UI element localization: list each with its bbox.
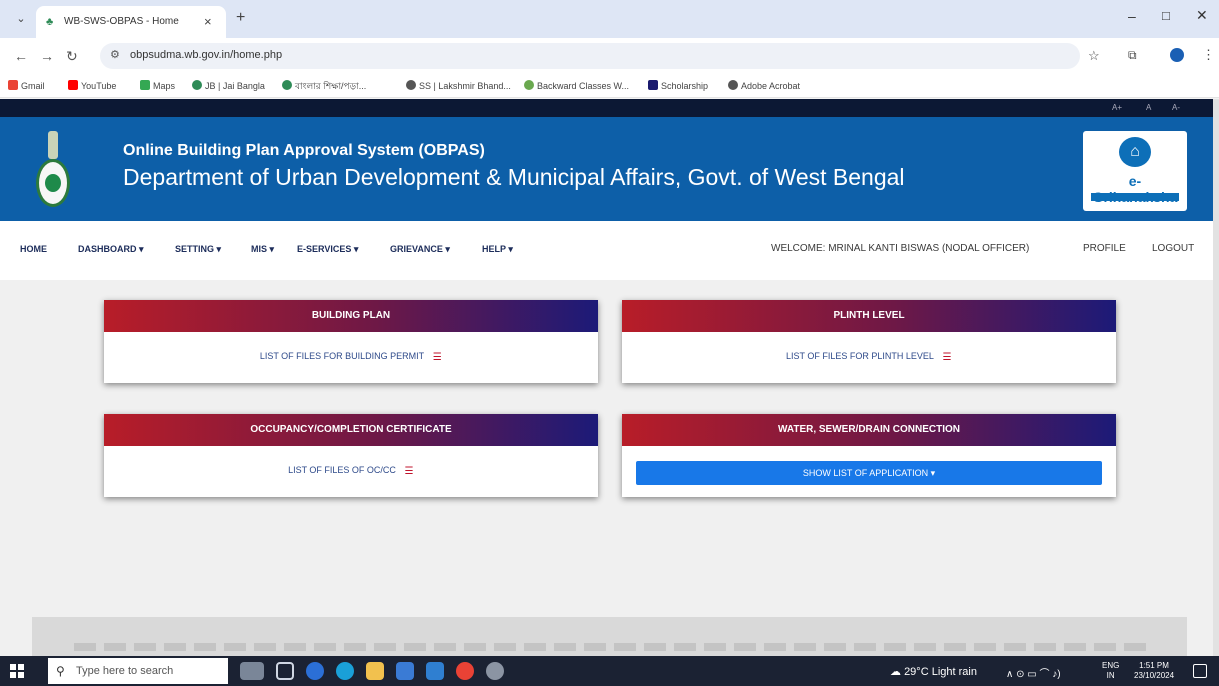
nav-setting[interactable]: SETTING ▾ [175,243,221,255]
store-icon[interactable] [396,662,414,680]
window-close-icon[interactable]: ✕ [1196,7,1208,24]
main-nav: HOME DASHBOARD ▾ SETTING ▾ MIS ▾ E-SERVI… [0,221,1213,280]
site-banner: Online Building Plan Approval System (OB… [0,117,1213,221]
new-tab-icon[interactable]: + [236,9,245,27]
tab-search-chevron-icon[interactable]: ⌄ [10,10,32,28]
card-title: WATER, SEWER/DRAIN CONNECTION [622,414,1116,446]
windows-start-icon[interactable] [10,664,24,678]
site-title: Online Building Plan Approval System (OB… [123,142,485,159]
west-bengal-emblem-icon [36,131,70,217]
url-text: obpsudma.wb.gov.in/home.php [130,49,283,61]
weather-cloud-icon: ☁ [890,666,905,678]
list-icon: ☰ [404,466,414,477]
gmail-icon [8,80,18,90]
water-sewer-card: WATER, SEWER/DRAIN CONNECTION SHOW LIST … [622,414,1116,497]
site-subtitle: Department of Urban Development & Munici… [123,164,905,190]
backward-classes-icon [524,80,534,90]
show-list-of-application-button[interactable]: SHOW LIST OF APPLICATION ▾ [636,461,1102,485]
browser-tab[interactable]: ♣ WB-SWS-OBPAS - Home × [36,6,226,38]
taskbar-search-input[interactable]: ⚲ Type here to search [48,658,228,684]
logout-link[interactable]: LOGOUT [1152,243,1194,255]
nav-grievance[interactable]: GRIEVANCE ▾ [390,243,450,255]
maximize-icon[interactable]: □ [1162,8,1170,23]
card-title: BUILDING PLAN [104,300,598,332]
banglar-shiksha-icon [282,80,292,90]
bookmark-backward-classes[interactable]: Backward Classes W... [524,80,629,92]
globe-icon [728,80,738,90]
building-plan-card: BUILDING PLAN LIST OF FILES FOR BUILDING… [104,300,598,383]
bookmarks-bar: Gmail YouTube Maps JB | Jai Bangla বাংলা… [0,74,1219,98]
site-top-strip [0,99,1213,117]
cat-widget-icon[interactable] [240,662,264,680]
browser-tab-strip: ⌄ ♣ WB-SWS-OBPAS - Home × + – □ ✕ [0,0,1219,38]
windows-taskbar: ⚲ Type here to search ☁ 29°C Light rain … [0,656,1219,686]
maps-icon [140,80,150,90]
card-title: OCCUPANCY/COMPLETION CERTIFICATE [104,414,598,446]
occupancy-certificate-card: OCCUPANCY/COMPLETION CERTIFICATE LIST OF… [104,414,598,497]
browser-menu-icon[interactable]: ⋮ [1202,47,1215,63]
e-grihanaksha-logo: ⌂ e-Grihanaksha [1083,131,1187,211]
globe-icon [406,80,416,90]
list-icon: ☰ [942,352,952,363]
reload-icon[interactable]: ↻ [66,47,78,65]
file-explorer-icon[interactable] [366,662,384,680]
url-input[interactable]: ⚙ obpsudma.wb.gov.in/home.php [100,43,1080,69]
scholarship-icon [648,80,658,90]
chrome-icon[interactable] [456,662,474,680]
list-icon: ☰ [432,352,442,363]
oc-cc-files-link[interactable]: LIST OF FILES OF OC/CC ☰ [288,464,414,478]
weather-widget[interactable]: ☁ 29°C Light rain [890,665,977,678]
bookmark-maps[interactable]: Maps [140,80,175,92]
back-icon[interactable]: ← [14,47,28,65]
profile-avatar-icon[interactable] [1170,48,1184,62]
house-icon: ⌂ [1119,137,1151,167]
building-permit-files-link[interactable]: LIST OF FILES FOR BUILDING PERMIT ☰ [260,350,442,364]
minimize-icon[interactable]: – [1128,8,1136,24]
edge-icon[interactable] [336,662,354,680]
language-indicator[interactable]: ENG IN [1102,661,1119,681]
font-normal-button[interactable]: A [1146,100,1151,116]
plinth-level-files-link[interactable]: LIST OF FILES FOR PLINTH LEVEL ☰ [786,350,952,364]
jai-bangla-icon [192,80,202,90]
address-bar-row: ← → ↻ ⚙ obpsudma.wb.gov.in/home.php ☆ ⧉ … [0,38,1219,74]
font-decrease-button[interactable]: A- [1172,100,1180,116]
nav-mis[interactable]: MIS ▾ [251,243,274,255]
mail-icon[interactable] [426,662,444,680]
welcome-text: WELCOME: MRINAL KANTI BISWAS (NODAL OFFI… [771,243,1030,254]
bookmark-star-icon[interactable]: ☆ [1088,48,1100,64]
paint-icon[interactable] [486,662,504,680]
search-icon: ⚲ [56,664,65,678]
search-placeholder: Type here to search [76,665,174,677]
bookmark-jai-bangla[interactable]: JB | Jai Bangla [192,80,265,92]
bookmark-gmail[interactable]: Gmail [8,80,45,92]
plinth-level-card: PLINTH LEVEL LIST OF FILES FOR PLINTH LE… [622,300,1116,383]
nav-home[interactable]: HOME [20,243,47,255]
bookmark-banglar-shiksha[interactable]: বাংলার শিক্ষা/পড়া... [282,80,366,92]
bookmark-youtube[interactable]: YouTube [68,80,116,92]
forward-icon[interactable]: → [40,47,54,65]
profile-link[interactable]: PROFILE [1083,243,1126,255]
footer-panel [32,617,1187,656]
extensions-icon[interactable]: ⧉ [1128,48,1137,63]
dashboard-content: BUILDING PLAN LIST OF FILES FOR BUILDING… [0,280,1213,656]
font-increase-button[interactable]: A+ [1112,100,1122,116]
site-info-icon[interactable]: ⚙ [110,48,120,61]
nav-help[interactable]: HELP ▾ [482,243,513,255]
copilot-icon[interactable] [306,662,324,680]
tab-title: WB-SWS-OBPAS - Home [64,16,179,27]
system-tray[interactable]: ∧ ⊙ ▭ ⌒ ♪) [1006,665,1061,680]
bookmark-scholarship[interactable]: Scholarship [648,80,708,92]
notifications-icon[interactable] [1193,664,1207,678]
card-title: PLINTH LEVEL [622,300,1116,332]
task-view-icon[interactable] [276,662,294,680]
bookmark-adobe-acrobat[interactable]: Adobe Acrobat [728,80,800,92]
youtube-icon [68,80,78,90]
page-scrollbar[interactable] [1213,99,1219,656]
tab-close-icon[interactable]: × [204,13,212,31]
bookmark-lakshmir-bhandar[interactable]: SS | Lakshmir Bhand... [406,80,511,92]
tab-favicon-icon: ♣ [46,16,54,28]
nav-e-services[interactable]: E-SERVICES ▾ [297,243,358,255]
taskbar-clock[interactable]: 1:51 PM 23/10/2024 [1134,661,1174,681]
nav-dashboard[interactable]: DASHBOARD ▾ [78,243,144,255]
